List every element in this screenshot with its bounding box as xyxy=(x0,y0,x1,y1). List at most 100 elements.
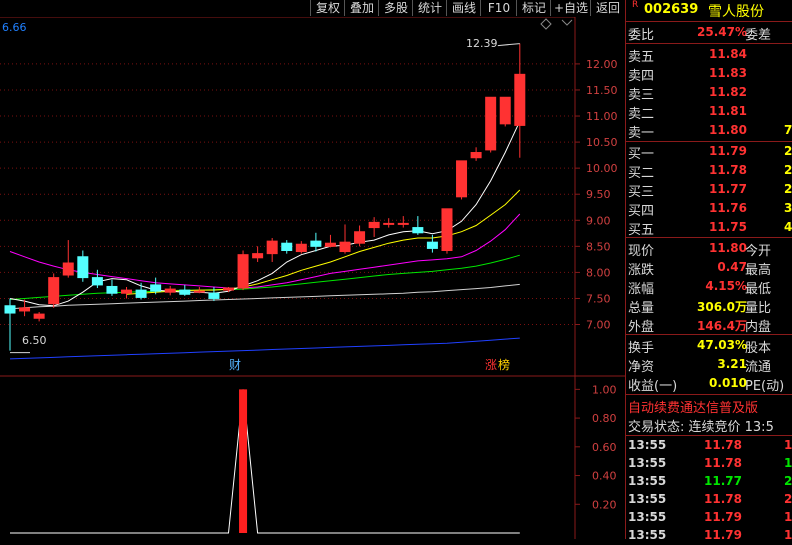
candle-body xyxy=(354,231,366,244)
promo-text[interactable]: 自动续费通达信普及版 xyxy=(628,397,758,416)
promo-banner[interactable]: 自动续费通达信普及版 xyxy=(626,396,792,416)
stat-row: 净资 3.21 流通 xyxy=(626,355,792,375)
stat-value: 4.15% xyxy=(705,279,747,293)
candle-body xyxy=(77,256,89,279)
trade-price: 11.78 xyxy=(704,438,742,452)
trade-price: 11.78 xyxy=(704,456,742,470)
price-tick-label: 11.00 xyxy=(586,110,618,123)
bid-row[interactable]: 买二 11.78 2 xyxy=(626,161,792,181)
chart-top-value: 6.66 xyxy=(2,21,27,34)
stat-row: 涨跌 0.47 最高 xyxy=(626,258,792,278)
candle-body xyxy=(48,277,60,305)
indicator-tick-label: 0.60 xyxy=(592,441,617,454)
statistics-button[interactable]: 统计 xyxy=(412,0,447,16)
trade-time: 13:55 xyxy=(628,492,667,506)
ma10-line xyxy=(126,189,521,295)
bid-price: 11.78 xyxy=(709,163,747,177)
price-tick-label: 8.50 xyxy=(586,240,611,253)
stat-label: 净资 xyxy=(628,360,655,375)
candle-body xyxy=(499,96,511,125)
candle-body xyxy=(91,277,103,286)
overlay-button[interactable]: 叠加 xyxy=(344,0,379,16)
trade-time: 13:55 xyxy=(628,528,667,542)
candle-body xyxy=(412,227,424,234)
stat-label: 现价 xyxy=(628,244,655,259)
mark-button[interactable]: 标记 xyxy=(516,0,551,16)
price-tick-label: 7.50 xyxy=(586,292,611,305)
diamond-icon[interactable] xyxy=(540,18,552,30)
high-pointer xyxy=(497,43,520,47)
ask-qty: 7 xyxy=(784,123,792,137)
ask-row[interactable]: 卖五 11.84 xyxy=(626,45,792,65)
candle-body xyxy=(310,240,322,247)
ask-price: 11.82 xyxy=(709,85,747,99)
price-tick-label: 10.00 xyxy=(586,162,618,175)
stat-label2: 最高 xyxy=(745,263,772,278)
ask-row[interactable]: 卖三 11.82 xyxy=(626,83,792,103)
bid-row[interactable]: 买三 11.77 2 xyxy=(626,180,792,200)
candle-body xyxy=(252,253,264,259)
multi-stock-button[interactable]: 多股 xyxy=(378,0,413,16)
stat-value: 11.80 xyxy=(709,241,747,255)
bid-row[interactable]: 买四 11.76 3 xyxy=(626,199,792,219)
bid-price: 11.77 xyxy=(709,182,747,196)
trade-volume: 29 xyxy=(784,474,792,488)
trade-row: 13:55 11.79 12 xyxy=(626,509,792,527)
indicator-tick-label: 0.20 xyxy=(592,498,617,511)
r-badge: R xyxy=(632,0,639,10)
trade-volume: 12 xyxy=(784,510,792,524)
ask-row[interactable]: 卖一 11.80 7 xyxy=(626,121,792,141)
candle-body xyxy=(135,289,147,298)
trade-price: 11.77 xyxy=(704,474,742,488)
trade-status: 交易状态: 连续竞价 13:5 xyxy=(626,415,792,435)
limit-up-marker[interactable]: 涨 xyxy=(485,357,497,372)
kline-chart[interactable]: 12.00 11.50 11.00 10.50 10.00 9.50 9.00 8.50 8.0… xyxy=(0,17,625,539)
bid-label: 买四 xyxy=(628,204,655,219)
stat-value: 0.47 xyxy=(717,260,747,274)
candle-body xyxy=(426,241,438,249)
candle-body xyxy=(397,222,409,225)
trade-volume: 15 xyxy=(784,438,792,452)
candle-body xyxy=(106,285,118,294)
stock-name: 雪人股份 xyxy=(708,4,764,20)
bid-row[interactable]: 买五 11.75 4 xyxy=(626,218,792,238)
weibi-value: 25.47% xyxy=(697,25,747,39)
candle-body xyxy=(237,254,249,289)
back-button[interactable]: 返回 xyxy=(590,0,625,16)
candle-body xyxy=(193,290,205,293)
ask-label: 卖一 xyxy=(628,126,655,141)
trade-time: 13:55 xyxy=(628,510,667,524)
ask-row[interactable]: 卖四 11.83 xyxy=(626,64,792,84)
trade-status-text: 交易状态: 连续竞价 13:5 xyxy=(628,420,774,435)
bid-row[interactable]: 买一 11.79 2 xyxy=(626,142,792,162)
stat-value: 306.0万 xyxy=(697,300,747,314)
add-watchlist-button[interactable]: +自选 xyxy=(550,0,591,16)
candle-body xyxy=(4,305,16,314)
candle-body xyxy=(368,221,380,229)
indicator-bar xyxy=(239,389,248,533)
quote-panel: R 002639 雪人股份 委比 25.47% 委差 卖五 11.84 卖四 1… xyxy=(625,0,792,542)
draw-line-button[interactable]: 画线 xyxy=(446,0,481,16)
finance-marker[interactable]: 财 xyxy=(229,358,241,372)
stat-value: 3.21 xyxy=(717,357,747,371)
fuquan-button[interactable]: 复权 xyxy=(310,0,345,16)
f10-button[interactable]: F10 xyxy=(480,0,517,16)
stat-row: 换手 47.03% 股本 xyxy=(626,336,792,356)
bid-label: 买五 xyxy=(628,223,655,238)
trade-row: 13:55 11.78 15 xyxy=(626,437,792,455)
stat-value: 0.010 xyxy=(709,376,747,390)
bid-qty: 2 xyxy=(784,163,792,177)
ask-row[interactable]: 卖二 11.81 xyxy=(626,102,792,122)
stat-label2: 流通 xyxy=(745,360,772,375)
ma120-line xyxy=(9,337,520,360)
candle-body xyxy=(295,243,307,253)
weicha-label: 委差 xyxy=(745,28,772,43)
candle-body xyxy=(19,307,31,312)
trade-volume: 1 xyxy=(784,528,792,542)
price-tick-label: 12.00 xyxy=(586,58,618,71)
ranking-marker[interactable]: 榜 xyxy=(498,357,510,372)
chevron-down-icon[interactable] xyxy=(561,19,573,26)
ask-label: 卖二 xyxy=(628,107,655,122)
trade-volume: 1 xyxy=(784,456,792,470)
weibi-label: 委比 xyxy=(628,28,655,43)
